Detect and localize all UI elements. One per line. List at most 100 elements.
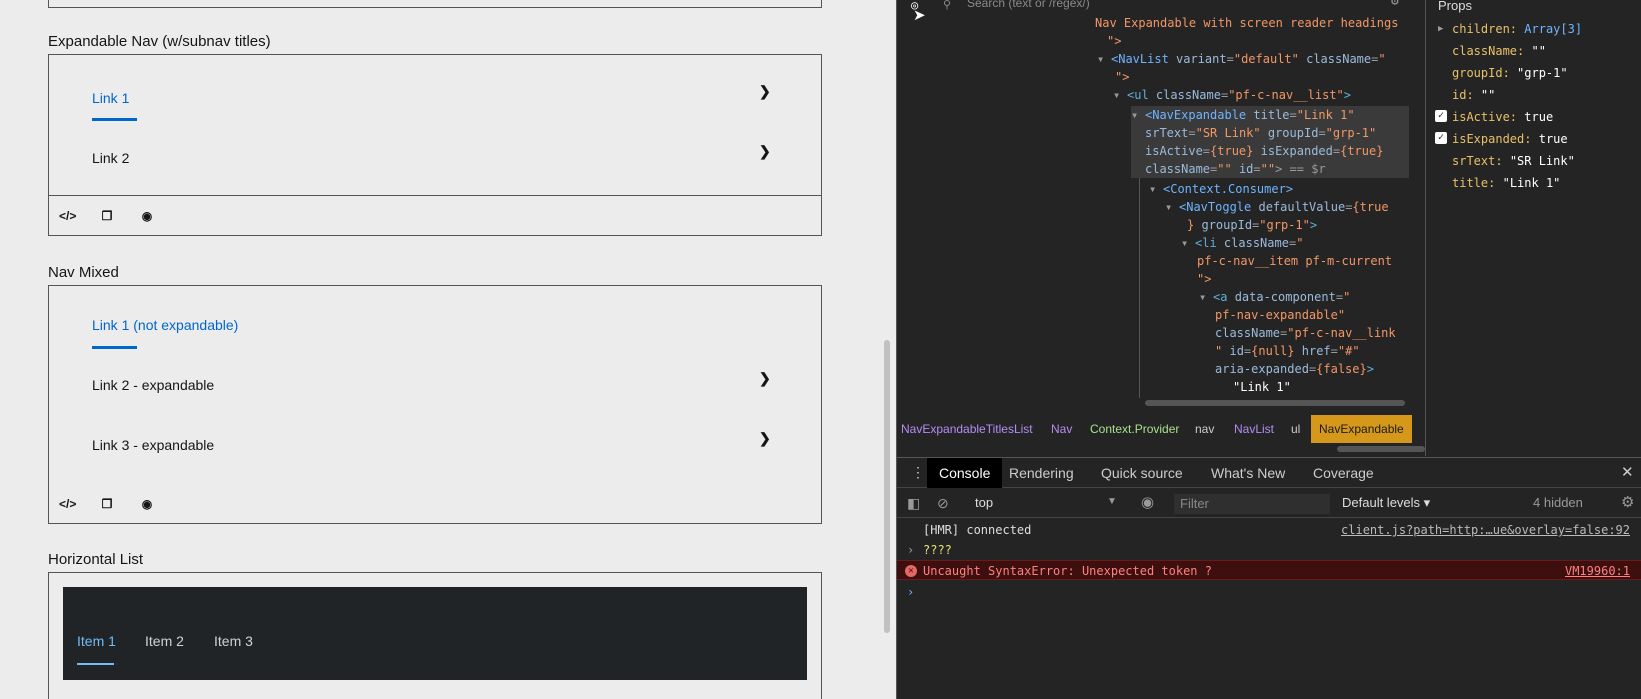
copy-icon[interactable]: ❐ xyxy=(99,496,115,512)
component-tree: Nav Expandable with screen reader headin… xyxy=(897,14,1409,398)
tree-node-context-consumer[interactable]: ▾ <Context.Consumer> xyxy=(1149,180,1293,198)
tree-node-a[interactable]: ▾ <a data-component=" xyxy=(1199,288,1350,306)
horizontal-item-1[interactable]: Item 1 xyxy=(77,633,116,649)
tree-line: "Link 1" xyxy=(1233,380,1291,394)
tree-line: } groupId="grp-1"> xyxy=(1187,218,1318,232)
tree-line: isActive={true} isExpanded={true} xyxy=(1145,144,1384,158)
source-link[interactable]: VM19960:1 xyxy=(1565,561,1630,581)
console-message: [HMR] connected client.js?path=http:…ue&… xyxy=(897,520,1641,540)
mouse-cursor-icon: ➤ xyxy=(913,7,926,24)
console-toolbar: ◧ ⊘ top ▼ ◉ Filter Default levels ▾ 4 hi… xyxy=(897,488,1641,518)
prop-row-groupid[interactable]: groupId: "grp-1" xyxy=(1452,64,1568,82)
gear-icon[interactable]: ⚙ xyxy=(1621,493,1634,511)
breadcrumb-navexpandabletitleslist[interactable]: NavExpandableTitlesList xyxy=(901,422,1033,436)
github-icon[interactable]: ◉ xyxy=(139,208,155,224)
prop-row-children[interactable]: children: Array[3] xyxy=(1452,20,1582,38)
example-toolbar: </> ❐ ◉ xyxy=(48,484,822,524)
log-levels-dropdown[interactable]: Default levels ▾ xyxy=(1342,495,1430,511)
nav-link-3-expandable[interactable]: Link 3 - expandable xyxy=(92,437,214,453)
hidden-count: 4 hidden xyxy=(1533,495,1583,510)
clear-console-icon[interactable]: ⊘ xyxy=(937,495,949,512)
gear-icon[interactable]: ⚙ xyxy=(1391,0,1399,9)
nav-mixed-example: Link 1 (not expandable) Link 2 - expanda… xyxy=(48,285,822,485)
tab-quick-source[interactable]: Quick source xyxy=(1089,458,1195,488)
github-icon[interactable]: ◉ xyxy=(139,496,155,512)
sidebar-toggle-icon[interactable]: ◧ xyxy=(907,495,920,512)
tree-line: aria-expanded={false}> xyxy=(1215,362,1374,376)
tab-coverage[interactable]: Coverage xyxy=(1301,458,1386,488)
prop-row-isactive[interactable]: isActive: true xyxy=(1452,108,1553,126)
context-select[interactable]: top xyxy=(975,495,993,510)
tree-line: className="" id=""> == $r xyxy=(1145,162,1326,176)
horizontal-item-2[interactable]: Item 2 xyxy=(145,633,184,649)
react-elements-tree-panel: ◎ ⚲ Search (text or /regex/) ⚙ Nav Expan… xyxy=(897,0,1421,406)
horizontal-list-example: Item 1 Item 2 Item 3 xyxy=(48,572,822,699)
nav-link-1[interactable]: Link 1 xyxy=(92,90,129,106)
tree-line: className="pf-c-nav__link xyxy=(1215,326,1396,340)
nav-link-2-expandable[interactable]: Link 2 - expandable xyxy=(92,377,214,393)
tree-node-navlist[interactable]: ▾ <NavList variant="default" className=" xyxy=(1097,50,1386,68)
search-icon: ⚲ xyxy=(943,0,952,11)
console-prompt[interactable]: › xyxy=(897,582,1641,602)
horizontal-nav-bar: Item 1 Item 2 Item 3 xyxy=(63,587,807,680)
chevron-down-icon[interactable]: ▼ xyxy=(1107,496,1117,507)
chevron-right-icon[interactable]: › xyxy=(907,540,914,560)
breadcrumb-nav[interactable]: Nav xyxy=(1051,422,1072,436)
tab-rendering[interactable]: Rendering xyxy=(997,458,1086,488)
props-title: Props xyxy=(1438,0,1472,13)
chevron-right-icon[interactable]: ❯ xyxy=(759,430,771,447)
breadcrumb-context-provider[interactable]: Context.Provider xyxy=(1090,422,1179,436)
tree-node-ul[interactable]: ▾ <ul className="pf-c-nav__list"> xyxy=(1113,86,1351,104)
tree-line: pf-nav-expandable" xyxy=(1215,308,1346,322)
tree-node-navtoggle[interactable]: ▾ <NavToggle defaultValue={true xyxy=(1165,198,1389,216)
nav-link-1-not-expandable[interactable]: Link 1 (not expandable) xyxy=(92,317,238,333)
tree-node-li[interactable]: ▾ <li className=" xyxy=(1181,234,1303,252)
prop-row-isexpanded[interactable]: isExpanded: true xyxy=(1452,130,1568,148)
nav-link-2[interactable]: Link 2 xyxy=(92,150,129,166)
code-icon[interactable]: </> xyxy=(59,496,76,512)
checkbox-isactive[interactable]: ✓ xyxy=(1435,110,1447,122)
expandable-nav-example: Link 1 ❯ Link 2 ❯ xyxy=(48,54,822,196)
horizontal-item-3[interactable]: Item 3 xyxy=(214,633,253,649)
tree-search-bar: ◎ ⚲ Search (text or /regex/) ⚙ xyxy=(897,0,1421,12)
expand-triangle-icon[interactable]: ▶ xyxy=(1438,24,1443,34)
prop-row-title[interactable]: title: "Link 1" xyxy=(1452,174,1560,192)
eye-icon[interactable]: ◉ xyxy=(1141,493,1154,511)
tree-line: " id={null} href="#" xyxy=(1215,344,1360,358)
copy-icon[interactable]: ❐ xyxy=(99,208,115,224)
chevron-right-icon[interactable]: ❯ xyxy=(759,370,771,387)
tree-line: "> xyxy=(1197,272,1212,286)
section-title-expandable-nav: Expandable Nav (w/subnav titles) xyxy=(48,33,271,50)
console-drawer: ⋮ Console Rendering Quick source What's … xyxy=(897,457,1641,699)
prop-row-srtext[interactable]: srText: "SR Link" xyxy=(1452,152,1575,170)
more-options-icon[interactable]: ⋮ xyxy=(911,464,925,481)
chevron-right-icon[interactable]: ❯ xyxy=(759,143,771,160)
breadcrumb-ul[interactable]: ul xyxy=(1291,422,1300,436)
breadcrumb-navexpandable[interactable]: NavExpandable xyxy=(1311,415,1412,443)
tree-line: srText="SR Link" groupId="grp-1" xyxy=(1145,126,1377,140)
tree-node-navexpandable[interactable]: ▾ <NavExpandable title="Link 1" xyxy=(1131,106,1355,124)
prop-row-id[interactable]: id: "" xyxy=(1452,86,1495,104)
console-error-message: ✕ Uncaught SyntaxError: Unexpected token… xyxy=(897,560,1641,580)
search-input[interactable]: Search (text or /regex/) xyxy=(967,0,1090,10)
tab-whats-new[interactable]: What's New xyxy=(1199,458,1297,488)
source-link[interactable]: client.js?path=http:…ue&overlay=false:92 xyxy=(1341,520,1630,540)
code-icon[interactable]: </> xyxy=(59,208,76,224)
active-underline xyxy=(77,663,114,665)
active-underline xyxy=(92,346,137,349)
close-icon[interactable]: ✕ xyxy=(1621,463,1634,481)
active-underline xyxy=(92,118,137,121)
filter-input[interactable]: Filter xyxy=(1174,494,1330,514)
chevron-right-icon[interactable]: ❯ xyxy=(759,83,771,100)
drawer-tabs: ⋮ Console Rendering Quick source What's … xyxy=(897,458,1641,488)
page-scrollbar[interactable] xyxy=(884,340,890,633)
component-breadcrumbs: NavExpandableTitlesList Nav Context.Prov… xyxy=(897,415,1421,443)
prop-row-classname[interactable]: className: "" xyxy=(1452,42,1546,60)
tree-horizontal-scrollbar[interactable] xyxy=(1145,400,1405,406)
tab-console[interactable]: Console xyxy=(927,458,1003,488)
previous-card-edge xyxy=(48,0,822,8)
breadcrumb-navlist[interactable]: NavList xyxy=(1234,422,1274,436)
breadcrumb-scrollbar[interactable] xyxy=(1337,446,1425,452)
breadcrumb-nav-dom[interactable]: nav xyxy=(1195,422,1214,436)
checkbox-isexpanded[interactable]: ✓ xyxy=(1435,132,1447,144)
